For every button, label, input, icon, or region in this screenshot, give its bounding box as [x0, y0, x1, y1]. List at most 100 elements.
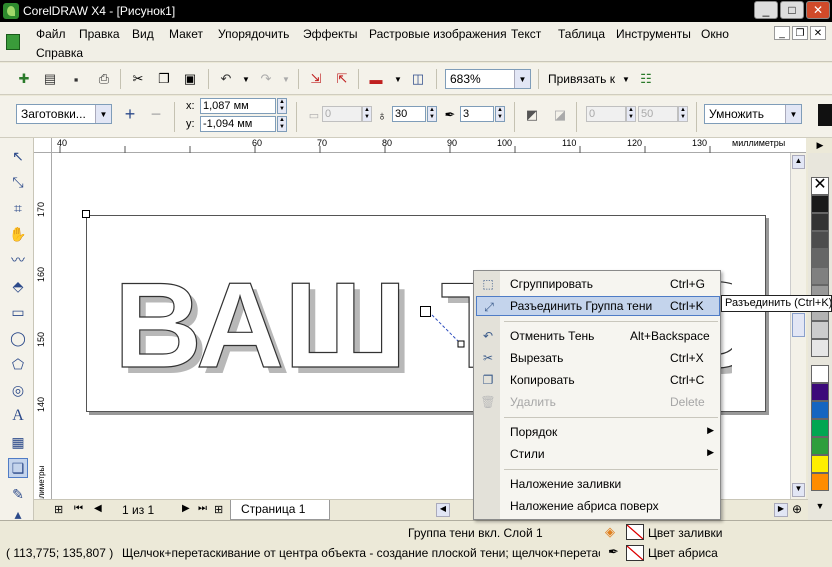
- fade-field[interactable]: 0: [586, 106, 626, 122]
- welcome-screen-icon[interactable]: ◫: [408, 69, 428, 89]
- remove-preset-icon[interactable]: −: [146, 104, 166, 124]
- menu-effects[interactable]: Эффекты: [303, 27, 358, 41]
- palette-scroll-icon[interactable]: ▼: [812, 501, 828, 515]
- shadow-origin-handle[interactable]: [82, 210, 90, 218]
- menu-view[interactable]: Вид: [132, 27, 154, 41]
- maximize-button[interactable]: □: [780, 1, 804, 19]
- chevron-down-icon[interactable]: ▼: [95, 105, 111, 123]
- x-spinner[interactable]: ▲ ▼: [277, 98, 287, 114]
- add-preset-icon[interactable]: +: [120, 104, 140, 124]
- navigator-zoom-icon[interactable]: ⊕: [792, 502, 802, 516]
- shadow-feather-spinner[interactable]: ▲ ▼: [495, 106, 505, 122]
- palette-menu-icon[interactable]: ▶: [812, 140, 828, 152]
- pick-tool-icon[interactable]: ↖: [8, 146, 28, 166]
- menu-item-undo-shadow[interactable]: ↶ Отменить Тень Alt+Backspace: [476, 326, 720, 346]
- coreldraw-app-icon[interactable]: [3, 3, 19, 19]
- redo-icon[interactable]: ↷: [256, 69, 276, 89]
- open-icon[interactable]: ▤: [40, 69, 60, 89]
- chevron-down-icon[interactable]: ▼: [514, 70, 530, 88]
- cut-icon[interactable]: ✂: [128, 69, 148, 89]
- polygon-tool-icon[interactable]: ⬠: [8, 354, 28, 374]
- menu-item-styles[interactable]: Стили ▶: [476, 444, 720, 464]
- drop-shadow-tool-icon[interactable]: ❏: [8, 458, 28, 478]
- menu-text[interactable]: Текст: [511, 27, 541, 41]
- menu-item-break-apart-shadow[interactable]: ⤢ Разъединить Группа тени Ctrl+K: [476, 296, 720, 316]
- feather-edges-icon[interactable]: ◪: [550, 105, 570, 125]
- add-page-after-icon[interactable]: ⊞: [214, 503, 223, 516]
- menu-tools[interactable]: Инструменты: [616, 27, 691, 41]
- ruler-origin[interactable]: [34, 138, 52, 153]
- crop-tool-icon[interactable]: ⌗: [8, 198, 28, 218]
- new-icon[interactable]: ✚: [14, 69, 34, 89]
- palette-swatch[interactable]: [811, 321, 829, 339]
- menu-window[interactable]: Окно: [701, 27, 729, 41]
- eyedropper-tool-icon[interactable]: ✎: [8, 484, 28, 504]
- menu-item-cut[interactable]: ✂ Вырезать Ctrl+X: [476, 348, 720, 368]
- palette-swatch[interactable]: [811, 365, 829, 383]
- palette-swatch[interactable]: [811, 401, 829, 419]
- palette-swatch[interactable]: [811, 455, 829, 473]
- application-launcher-icon[interactable]: ▬: [366, 69, 386, 89]
- rectangle-tool-icon[interactable]: ▭: [8, 302, 28, 322]
- launcher-dropdown-icon[interactable]: ▼: [388, 69, 408, 89]
- stretch-field[interactable]: 50: [638, 106, 678, 122]
- snap-dropdown-icon[interactable]: ▼: [616, 69, 636, 89]
- menu-table[interactable]: Таблица: [558, 27, 605, 41]
- menu-item-delete[interactable]: 🗑 Удалить Delete: [476, 392, 720, 412]
- shadow-color-swatch[interactable]: [818, 104, 832, 126]
- shape-tool-icon[interactable]: ⤡: [8, 172, 28, 192]
- text-tool-icon[interactable]: A: [8, 406, 28, 426]
- first-page-icon[interactable]: ⏮: [74, 503, 83, 514]
- last-page-icon[interactable]: ⏭: [198, 503, 207, 514]
- palette-swatch[interactable]: [811, 213, 829, 231]
- next-page-icon[interactable]: ▶: [182, 503, 190, 514]
- menu-arrange[interactable]: Упорядочить: [218, 27, 289, 41]
- doc-restore-button[interactable]: ❐: [792, 26, 808, 40]
- undo-dropdown-icon[interactable]: ▼: [236, 69, 256, 89]
- outline-tool-icon[interactable]: ▴: [8, 506, 28, 522]
- menu-edit[interactable]: Правка: [79, 27, 120, 41]
- redo-dropdown-icon[interactable]: ▼: [276, 69, 296, 89]
- options-icon[interactable]: ☷: [636, 69, 656, 89]
- doc-minimize-button[interactable]: _: [774, 26, 790, 40]
- import-icon[interactable]: ⇲: [306, 69, 326, 89]
- document-icon[interactable]: [6, 34, 20, 50]
- pan-tool-icon[interactable]: ✋: [8, 224, 28, 244]
- basic-shapes-tool-icon[interactable]: ◎: [8, 380, 28, 400]
- palette-swatch[interactable]: [811, 267, 829, 285]
- close-button[interactable]: ✕: [806, 1, 830, 19]
- shadow-feather-field[interactable]: 3: [460, 106, 494, 122]
- menu-item-overprint-fill[interactable]: Наложение заливки: [476, 474, 720, 494]
- fill-color-swatch[interactable]: [626, 524, 644, 540]
- minimize-button[interactable]: _: [754, 1, 778, 19]
- save-icon[interactable]: ▪: [66, 69, 86, 89]
- scroll-left-button[interactable]: ◀: [436, 503, 450, 517]
- outline-color-swatch[interactable]: [626, 545, 644, 561]
- shadow-opacity-field[interactable]: 30: [392, 106, 426, 122]
- horizontal-ruler[interactable]: 40 60 70 80 90 100 110 120 130 миллиметр…: [52, 138, 806, 153]
- menu-layout[interactable]: Макет: [169, 27, 203, 41]
- freehand-tool-icon[interactable]: 〰: [8, 250, 28, 270]
- vertical-ruler[interactable]: 170 160 150 140 миллиметры: [34, 153, 52, 520]
- y-position-field[interactable]: -1,094 мм: [200, 116, 276, 132]
- smart-fill-tool-icon[interactable]: ⬘: [8, 276, 28, 296]
- menu-file[interactable]: Файл: [36, 27, 66, 41]
- fade-spinner[interactable]: ▲ ▼: [626, 106, 636, 122]
- menu-item-order[interactable]: Порядок ▶: [476, 422, 720, 442]
- export-icon[interactable]: ⇱: [332, 69, 352, 89]
- ellipse-tool-icon[interactable]: ◯: [8, 328, 28, 348]
- blend-mode-combo[interactable]: Умножить ▼: [704, 104, 802, 124]
- scroll-down-button[interactable]: ▼: [792, 483, 805, 497]
- feather-direction-icon[interactable]: ◩: [522, 105, 542, 125]
- scroll-up-button[interactable]: ▲: [792, 155, 805, 169]
- menu-item-overprint-outline[interactable]: Наложение абриса поверх: [476, 496, 720, 516]
- scroll-thumb[interactable]: [792, 313, 805, 337]
- no-color-swatch[interactable]: ✕: [811, 177, 829, 195]
- menu-item-group[interactable]: ⬚ Сгруппировать Ctrl+G: [476, 274, 720, 294]
- table-tool-icon[interactable]: ▦: [8, 432, 28, 452]
- palette-swatch[interactable]: [811, 419, 829, 437]
- palette-swatch[interactable]: [811, 383, 829, 401]
- shadow-offset-spinner[interactable]: ▲ ▼: [362, 106, 372, 122]
- palette-swatch[interactable]: [811, 437, 829, 455]
- palette-swatch[interactable]: [811, 473, 829, 491]
